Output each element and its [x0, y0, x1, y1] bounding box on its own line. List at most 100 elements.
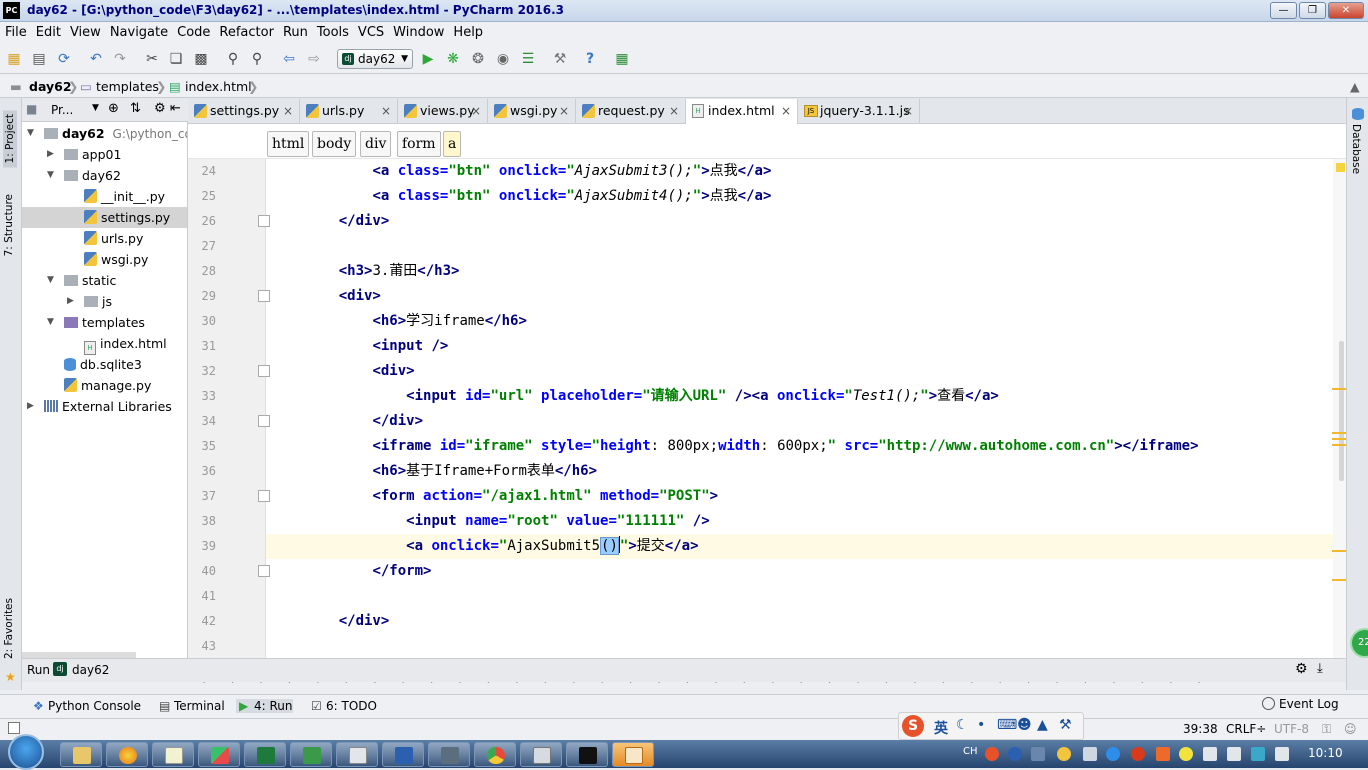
fold-marker-icon[interactable] [258, 415, 270, 427]
taskbar-chrome[interactable] [474, 742, 516, 767]
keyboard-icon[interactable]: ⌨ [997, 717, 1017, 733]
expand-down-icon[interactable]: ▼ [47, 165, 54, 186]
tree-item-db-sqlite3[interactable]: db.sqlite3 [22, 354, 187, 375]
replace-icon[interactable]: ⚲ [249, 51, 265, 67]
volume-tray-icon[interactable] [1275, 747, 1289, 761]
help-icon[interactable]: ? [582, 51, 598, 67]
find-icon[interactable]: ⚲ [225, 51, 241, 67]
editor-scrollbar[interactable] [1333, 159, 1346, 658]
save-icon[interactable]: ▤ [31, 51, 47, 67]
network-tray-icon[interactable] [1106, 747, 1120, 761]
forward-icon[interactable]: ⇨ [306, 51, 322, 67]
start-button-icon[interactable] [8, 734, 44, 770]
menu-refactor[interactable]: Refactor [214, 22, 274, 44]
menu-help[interactable]: Help [448, 22, 483, 44]
close-tab-icon[interactable]: × [559, 99, 569, 123]
ime-language[interactable]: 英 [934, 718, 948, 738]
debug-icon[interactable]: ❋ [445, 51, 461, 67]
minimize-button[interactable]: — [1270, 2, 1297, 19]
record-tray-icon[interactable] [1131, 747, 1145, 761]
close-tab-icon[interactable]: × [471, 99, 481, 123]
tree-item-wsgi-py[interactable]: wsgi.py [22, 249, 187, 270]
nav-item-project[interactable]: day62 [29, 79, 72, 94]
warning-marker[interactable] [1332, 550, 1346, 552]
code-editor[interactable]: 24 25 26 27 28 29 30 31 32 33 34 35 36 37 38 39 40 41 42 43… [188, 159, 1346, 658]
tree-item-external-libraries[interactable]: ▶ External Libraries [22, 396, 187, 417]
taskbar-text-editor[interactable] [336, 742, 378, 767]
tree-item-day62[interactable]: ▼ day62 G:\python_co [22, 123, 187, 144]
tray-icon[interactable] [1156, 747, 1170, 761]
tab-index-html[interactable]: Hindex.html × [686, 99, 798, 125]
cursor-position[interactable]: 39:38 [1183, 722, 1218, 736]
sogou-ime-icon[interactable]: S [902, 715, 924, 737]
taskbar-pycharm[interactable] [566, 742, 608, 767]
menu-view[interactable]: View [65, 22, 101, 44]
database-tool-tab[interactable]: Database [1350, 124, 1362, 174]
sogou-tray-icon[interactable] [985, 747, 999, 761]
user-icon[interactable]: ☻ [1017, 717, 1032, 733]
open-folder-icon[interactable]: ▦ [6, 51, 22, 67]
hide-panel-icon[interactable]: ⇤ [170, 101, 181, 116]
expand-right-icon[interactable]: ▶ [47, 144, 54, 165]
close-tab-icon[interactable]: × [669, 99, 679, 123]
menu-file[interactable]: File [0, 22, 27, 44]
close-tab-icon[interactable]: × [903, 99, 913, 123]
tab-settings-py[interactable]: settings.py × [188, 99, 300, 123]
menu-window[interactable]: Window [388, 22, 444, 44]
taskbar-camtasia[interactable] [290, 742, 332, 767]
warning-marker[interactable] [1332, 444, 1346, 446]
nav-item-file[interactable]: index.html [185, 79, 252, 94]
fold-marker-icon[interactable] [258, 365, 270, 377]
tree-item-urls-py[interactable]: urls.py [22, 228, 187, 249]
run-icon[interactable]: ▶ [420, 51, 436, 67]
warning-marker[interactable] [1332, 432, 1346, 434]
taskbar-explorer[interactable] [60, 742, 102, 767]
tool-tab-terminal[interactable]: ▤ Terminal [156, 699, 225, 713]
profile-icon[interactable]: ◉ [495, 51, 511, 67]
menu-run[interactable]: Run [278, 22, 308, 44]
warning-marker[interactable] [1332, 579, 1346, 581]
expand-right-icon[interactable]: ▶ [67, 291, 74, 312]
nav-item-templates[interactable]: templates [96, 79, 159, 94]
taskbar-excel[interactable] [244, 742, 286, 767]
tree-item-settings-py[interactable]: settings.py [22, 207, 187, 228]
settings-wrench-icon[interactable]: ⚒ [552, 51, 568, 67]
inspector-icon[interactable]: ☺ [1344, 722, 1357, 736]
undo-icon[interactable]: ↶ [88, 51, 104, 67]
chevron-down-icon[interactable]: ▼ [92, 103, 99, 113]
taskbar-word[interactable] [382, 742, 424, 767]
expand-down-icon[interactable]: ▼ [47, 270, 54, 291]
tab-wsgi-py[interactable]: wsgi.py × [488, 99, 576, 123]
breadcrumb-html[interactable]: html [267, 131, 310, 157]
tool-tab-python-console[interactable]: ❖ Python Console [30, 699, 141, 713]
taskbar-tool[interactable] [428, 742, 470, 767]
redo-icon[interactable]: ↷ [112, 51, 128, 67]
fold-marker-icon[interactable] [258, 215, 270, 227]
structure-tool-tab[interactable]: 7: Structure [3, 194, 15, 256]
concurrency-icon[interactable]: ☰ [520, 51, 536, 67]
wrench-icon[interactable]: ⚒ [1059, 717, 1072, 733]
breadcrumb-a[interactable]: a [443, 131, 462, 157]
back-icon[interactable]: ⇦ [281, 51, 297, 67]
toggle-tool-windows-icon[interactable] [8, 722, 20, 734]
pen-tray-icon[interactable] [1083, 747, 1097, 761]
expand-right-icon[interactable]: ▶ [27, 396, 34, 417]
warning-marker[interactable] [1332, 438, 1346, 440]
maximize-button[interactable]: ❐ [1299, 2, 1326, 19]
tab-urls-py[interactable]: urls.py × [300, 99, 398, 123]
tab-jquery-3-1-1-js[interactable]: JS jquery-3.1.1.js × [798, 99, 920, 123]
menu-vcs[interactable]: VCS [353, 22, 384, 44]
copy-icon[interactable]: ❏ [168, 51, 184, 67]
locate-icon[interactable]: ⊕ [108, 101, 119, 116]
breadcrumb-form[interactable]: form [397, 131, 441, 157]
tray-icon[interactable] [1203, 747, 1217, 761]
expand-down-icon[interactable]: ▼ [47, 312, 54, 333]
run-configuration-select[interactable]: dj day62 ▼ [337, 49, 413, 69]
warning-marker[interactable] [1332, 388, 1346, 390]
punctuation-icon[interactable]: • [977, 717, 985, 733]
tray-icon[interactable] [1179, 747, 1193, 761]
tray-icon[interactable] [1057, 747, 1071, 761]
tool-tab-6-todo[interactable]: ☑ 6: TODO [308, 699, 377, 713]
tree-item-init-py[interactable]: __init__.py [22, 186, 187, 207]
tab-views-py[interactable]: views.py × [398, 99, 488, 123]
